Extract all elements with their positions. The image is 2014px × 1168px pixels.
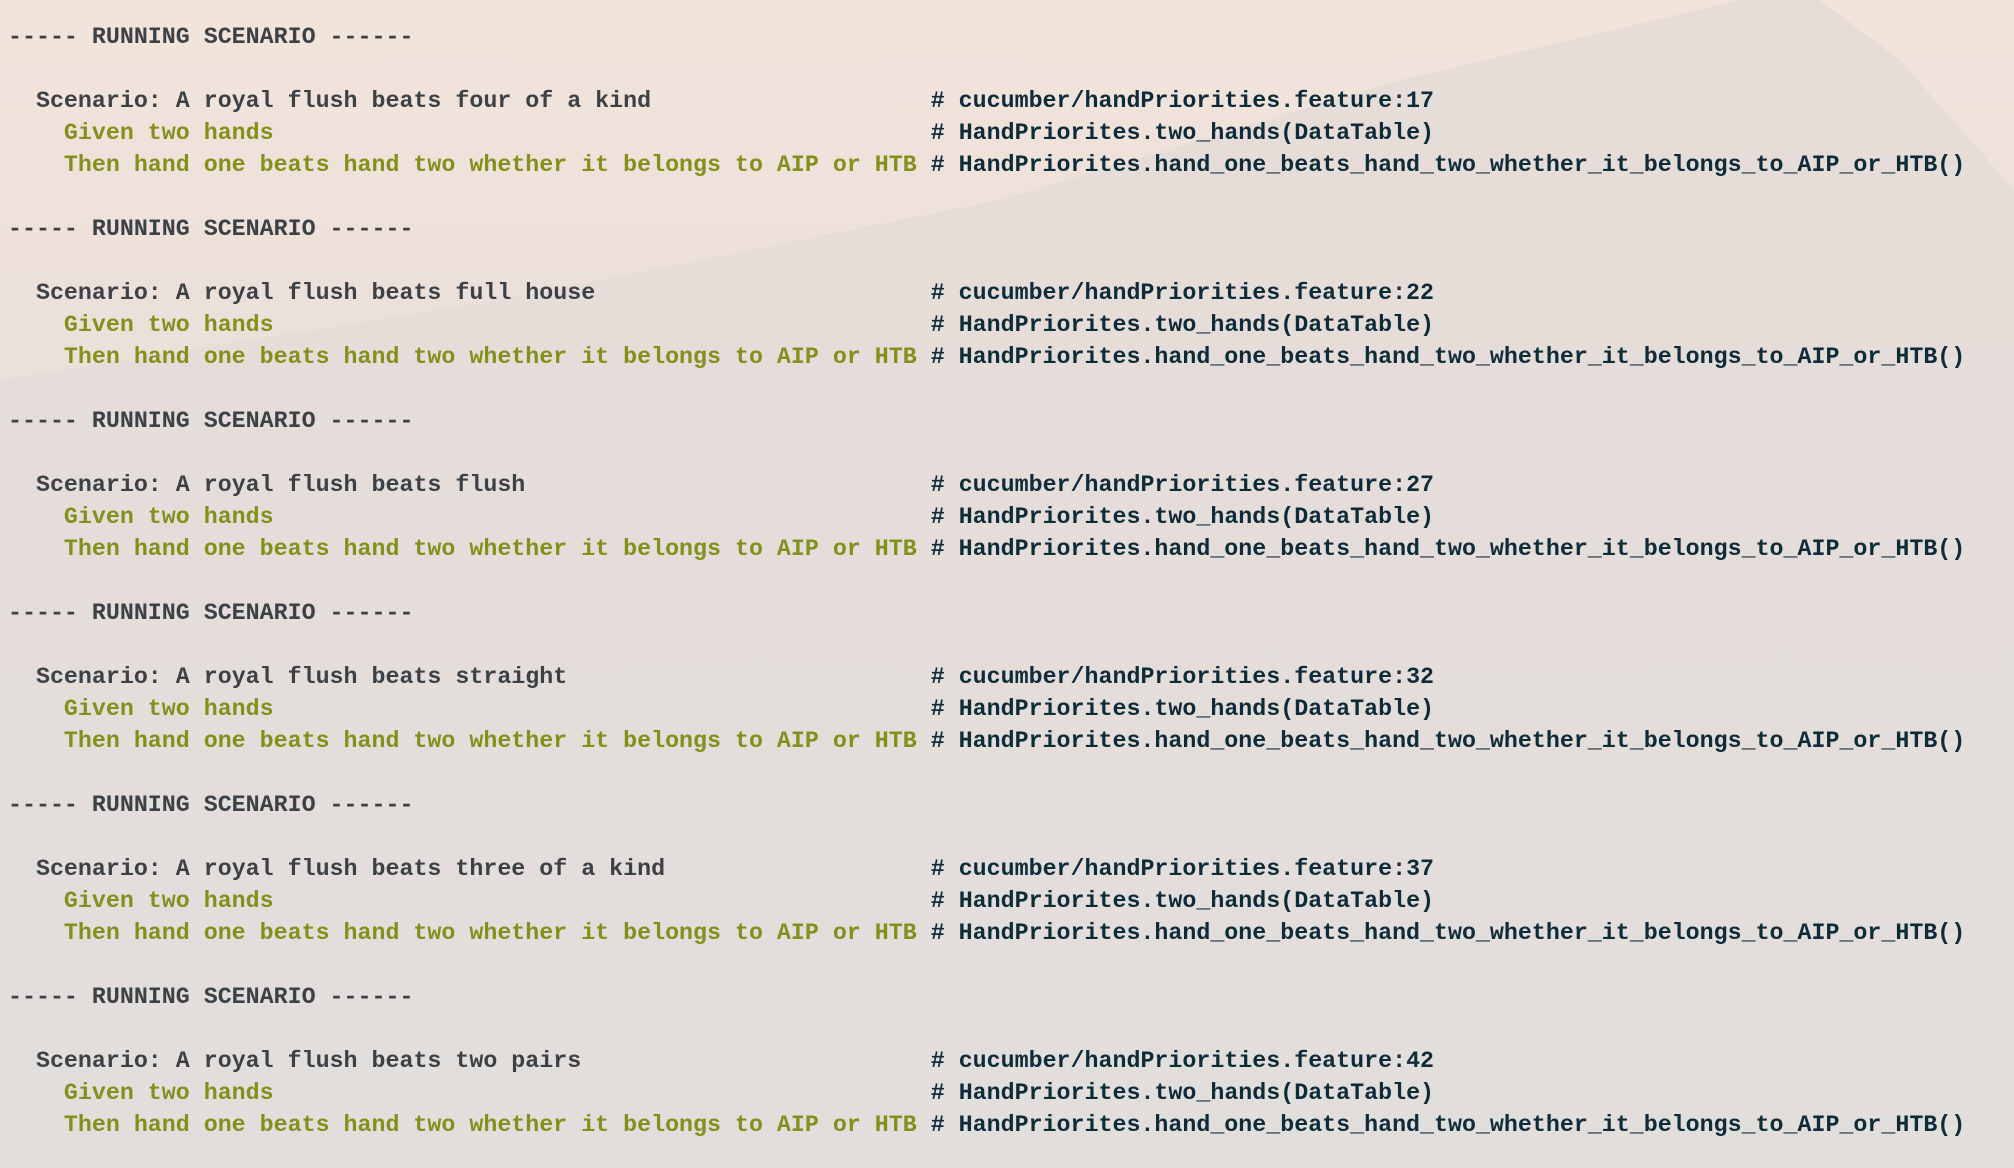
scenario-location: # cucumber/handPriorities.feature:42 [930, 1048, 1435, 1074]
then-step-line: Then hand one beats hand two whether it … [8, 533, 1965, 565]
scenario-title: Scenario: A royal flush beats four of a … [35, 88, 652, 114]
then-step: Then hand one beats hand two whether it … [63, 536, 917, 562]
terminal-output: ----- RUNNING SCENARIO ------ Scenario: … [8, 21, 1965, 1141]
running-scenario-heading: ----- RUNNING SCENARIO ------ [8, 213, 1965, 245]
given-step: Given two hands [63, 120, 274, 146]
scenario-line: Scenario: A royal flush beats four of a … [8, 85, 1965, 117]
running-scenario-heading: ----- RUNNING SCENARIO ------ [8, 981, 1965, 1013]
given-step-ref: # HandPriorites.two_hands(DataTable) [930, 888, 1435, 914]
given-step-ref: # HandPriorites.two_hands(DataTable) [930, 120, 1435, 146]
scenario-title: Scenario: A royal flush beats three of a… [35, 856, 666, 882]
given-step-ref: # HandPriorites.two_hands(DataTable) [930, 696, 1435, 722]
then-step-ref: # HandPriorites.hand_one_beats_hand_two_… [930, 344, 1966, 370]
given-step-line: Given two hands # HandPriorites.two_hand… [8, 1077, 1965, 1109]
then-step-ref: # HandPriorites.hand_one_beats_hand_two_… [930, 728, 1966, 754]
given-step-line: Given two hands # HandPriorites.two_hand… [8, 885, 1965, 917]
then-step: Then hand one beats hand two whether it … [63, 920, 917, 946]
heading-text: ----- RUNNING SCENARIO ------ [8, 984, 414, 1010]
then-step-ref: # HandPriorites.hand_one_beats_hand_two_… [930, 1112, 1966, 1138]
heading-text: ----- RUNNING SCENARIO ------ [8, 216, 414, 242]
then-step: Then hand one beats hand two whether it … [63, 728, 917, 754]
then-step-ref: # HandPriorites.hand_one_beats_hand_two_… [930, 920, 1966, 946]
then-step: Then hand one beats hand two whether it … [63, 1112, 917, 1138]
scenario-title: Scenario: A royal flush beats straight [35, 664, 568, 690]
scenario-line: Scenario: A royal flush beats flush # cu… [8, 469, 1965, 501]
scenario-location: # cucumber/handPriorities.feature:37 [930, 856, 1435, 882]
heading-text: ----- RUNNING SCENARIO ------ [8, 792, 414, 818]
given-step: Given two hands [63, 504, 274, 530]
scenario-line: Scenario: A royal flush beats two pairs … [8, 1045, 1965, 1077]
given-step-line: Given two hands # HandPriorites.two_hand… [8, 309, 1965, 341]
given-step: Given two hands [63, 1080, 274, 1106]
then-step: Then hand one beats hand two whether it … [63, 152, 917, 178]
given-step-ref: # HandPriorites.two_hands(DataTable) [930, 504, 1435, 530]
then-step-ref: # HandPriorites.hand_one_beats_hand_two_… [930, 152, 1966, 178]
heading-text: ----- RUNNING SCENARIO ------ [8, 408, 414, 434]
scenario-title: Scenario: A royal flush beats full house [35, 280, 596, 306]
given-step-line: Given two hands # HandPriorites.two_hand… [8, 693, 1965, 725]
given-step: Given two hands [63, 888, 274, 914]
then-step-line: Then hand one beats hand two whether it … [8, 725, 1965, 757]
then-step-line: Then hand one beats hand two whether it … [8, 1109, 1965, 1141]
scenario-line: Scenario: A royal flush beats three of a… [8, 853, 1965, 885]
running-scenario-heading: ----- RUNNING SCENARIO ------ [8, 789, 1965, 821]
then-step-line: Then hand one beats hand two whether it … [8, 341, 1965, 373]
given-step: Given two hands [63, 696, 274, 722]
running-scenario-heading: ----- RUNNING SCENARIO ------ [8, 597, 1965, 629]
given-step-ref: # HandPriorites.two_hands(DataTable) [930, 312, 1435, 338]
scenario-line: Scenario: A royal flush beats straight #… [8, 661, 1965, 693]
heading-text: ----- RUNNING SCENARIO ------ [8, 24, 414, 50]
running-scenario-heading: ----- RUNNING SCENARIO ------ [8, 405, 1965, 437]
scenario-location: # cucumber/handPriorities.feature:32 [930, 664, 1435, 690]
scenario-line: Scenario: A royal flush beats full house… [8, 277, 1965, 309]
scenario-title: Scenario: A royal flush beats two pairs [35, 1048, 582, 1074]
given-step-ref: # HandPriorites.two_hands(DataTable) [930, 1080, 1435, 1106]
scenario-title: Scenario: A royal flush beats flush [35, 472, 526, 498]
then-step-line: Then hand one beats hand two whether it … [8, 149, 1965, 181]
given-step-line: Given two hands # HandPriorites.two_hand… [8, 117, 1965, 149]
scenario-location: # cucumber/handPriorities.feature:17 [930, 88, 1435, 114]
given-step: Given two hands [63, 312, 274, 338]
heading-text: ----- RUNNING SCENARIO ------ [8, 600, 414, 626]
scenario-location: # cucumber/handPriorities.feature:27 [930, 472, 1435, 498]
running-scenario-heading: ----- RUNNING SCENARIO ------ [8, 21, 1965, 53]
given-step-line: Given two hands # HandPriorites.two_hand… [8, 501, 1965, 533]
then-step-ref: # HandPriorites.hand_one_beats_hand_two_… [930, 536, 1966, 562]
then-step: Then hand one beats hand two whether it … [63, 344, 917, 370]
then-step-line: Then hand one beats hand two whether it … [8, 917, 1965, 949]
scenario-location: # cucumber/handPriorities.feature:22 [930, 280, 1435, 306]
